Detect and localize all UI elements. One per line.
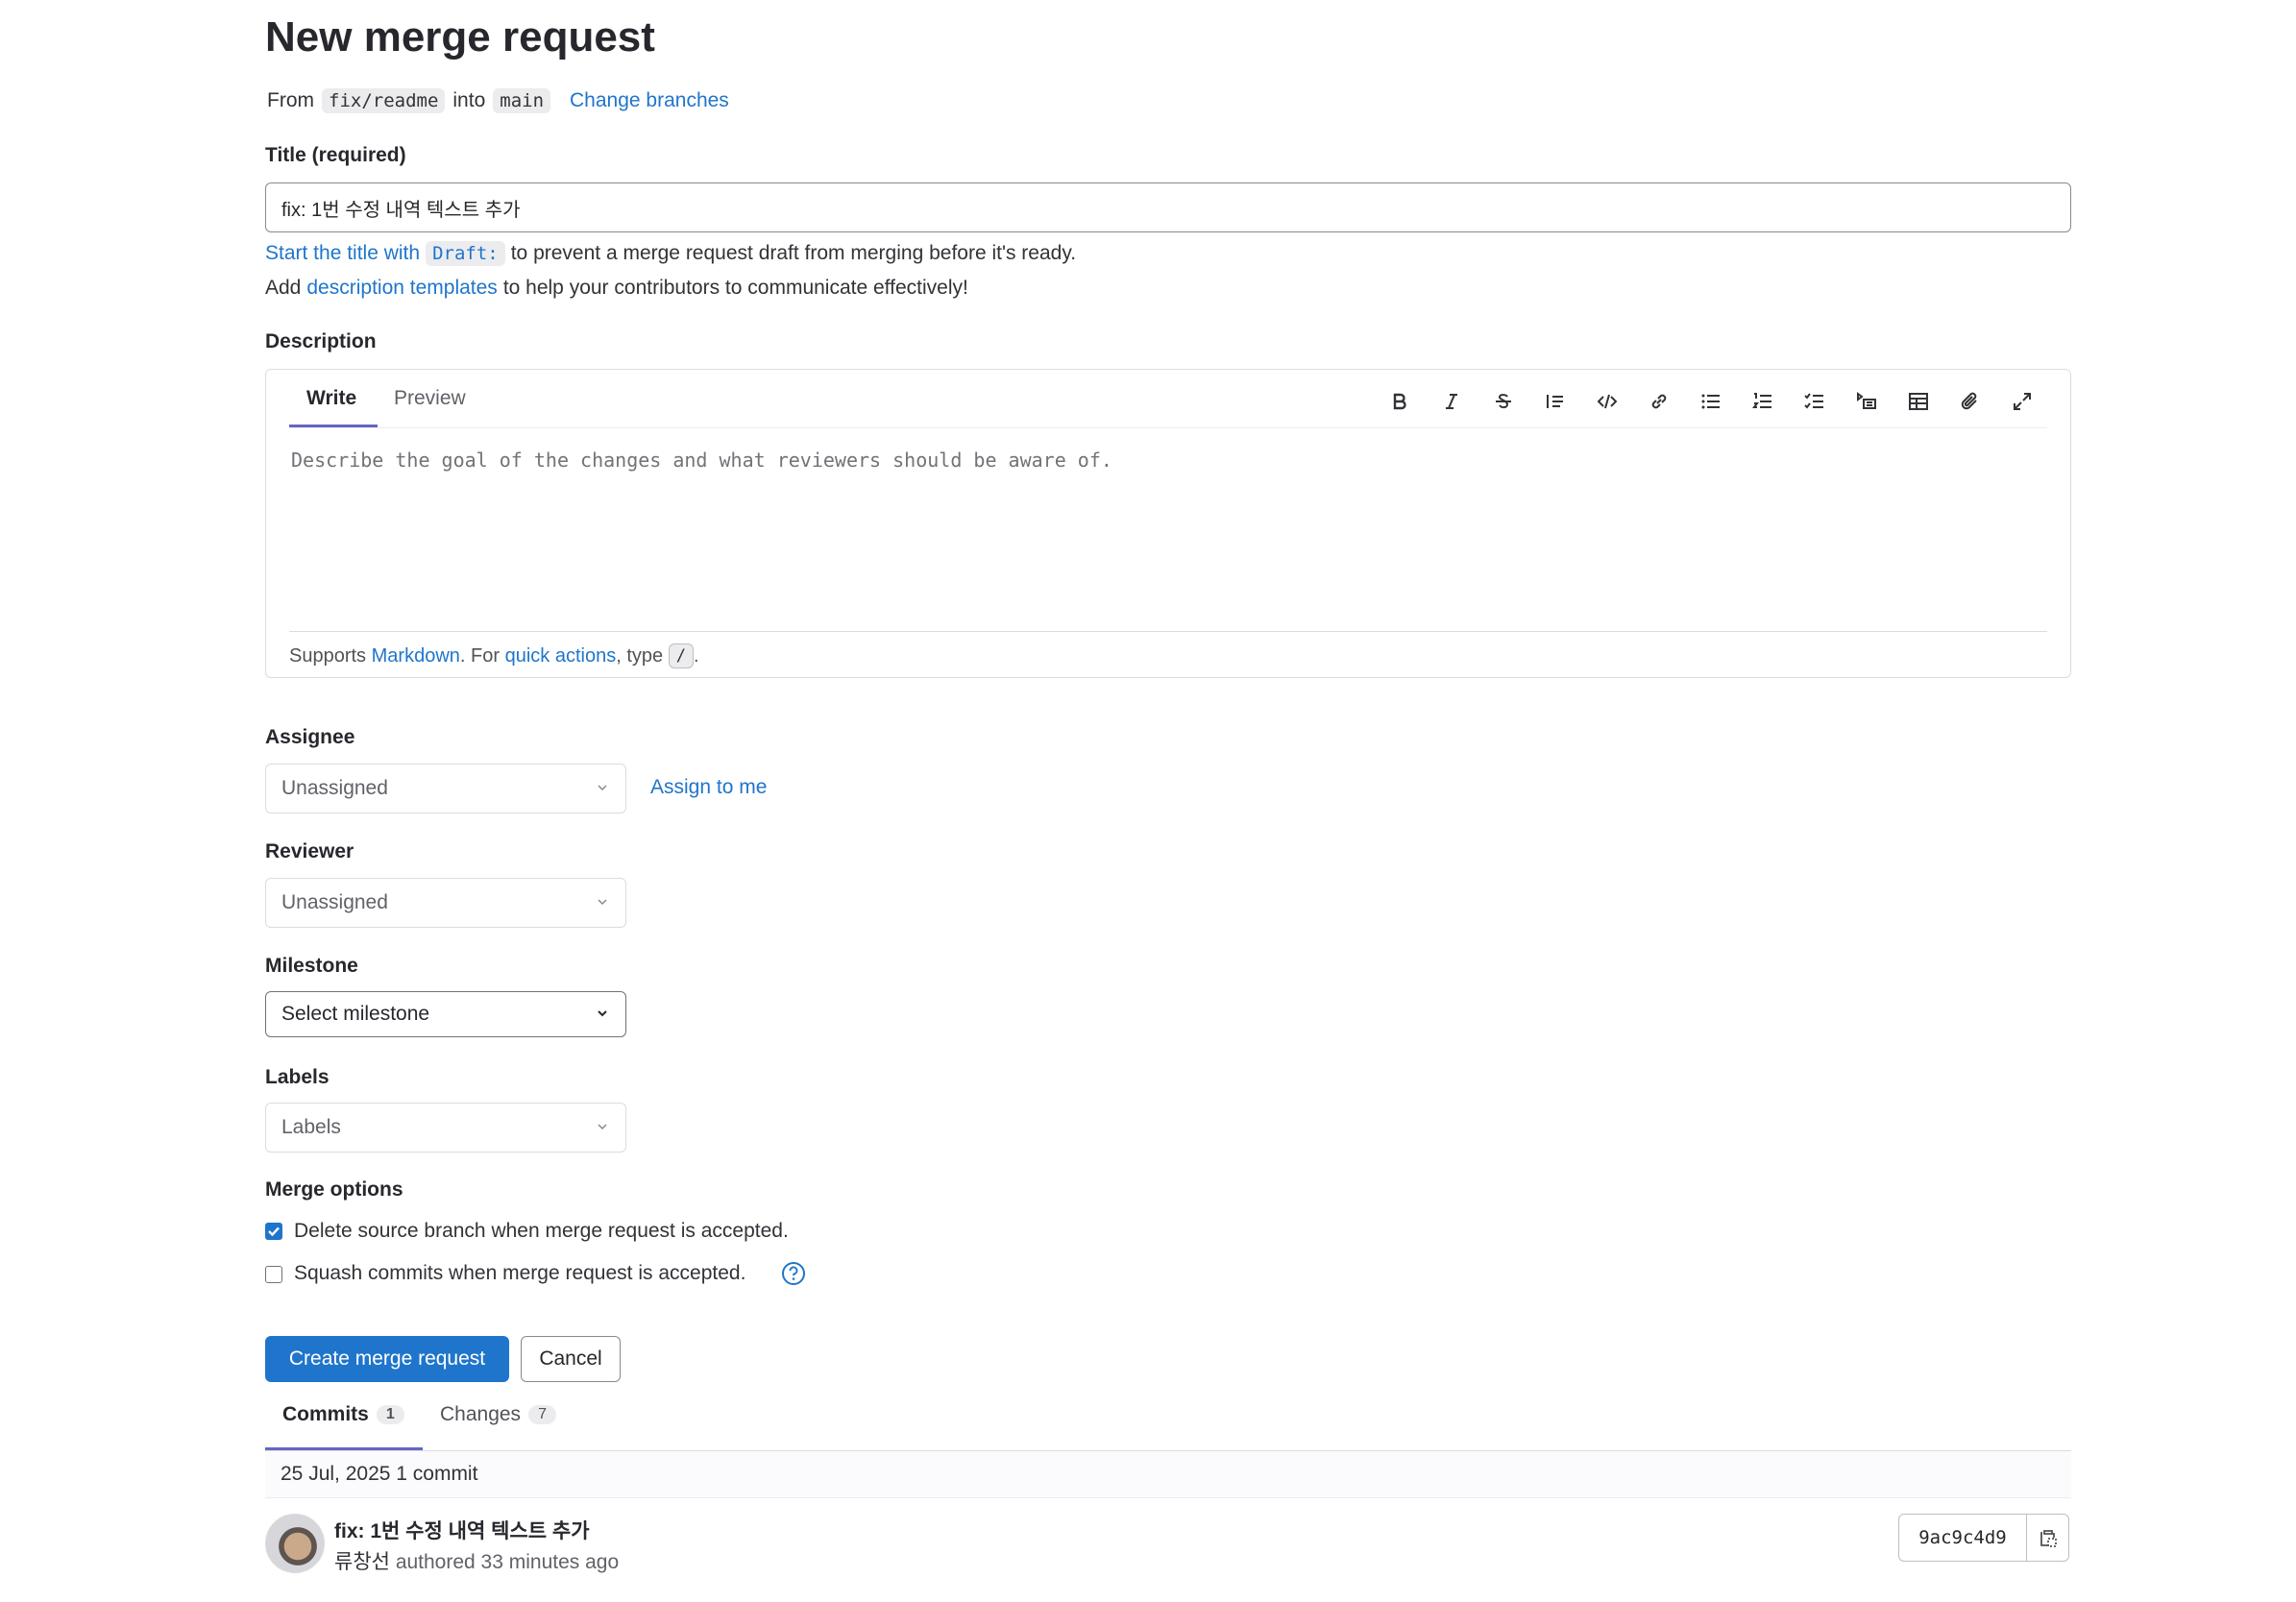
toolbar-divider [289, 427, 2047, 428]
footer-type: , type [616, 644, 664, 667]
reviewer-value: Unassigned [281, 891, 388, 913]
tab-write[interactable]: Write [306, 387, 356, 410]
attachment-icon[interactable] [1956, 387, 1985, 416]
source-branch: fix/readme [322, 88, 446, 113]
templates-text: to help your contributors to communicate… [502, 277, 968, 299]
description-editor: Write Preview Describe the goal of the c… [265, 369, 2071, 678]
changes-tab-label: Changes [440, 1403, 522, 1425]
numbered-list-icon[interactable] [1748, 387, 1777, 416]
draft-hint-link[interactable]: Start the title with [265, 242, 420, 265]
chevron-down-icon [598, 1124, 607, 1130]
commit-time: authored 33 minutes ago [395, 1551, 620, 1573]
title-input[interactable]: fix: 1번 수정 내역 텍스트 추가 [265, 182, 2071, 232]
strikethrough-icon[interactable] [1489, 387, 1518, 416]
checkmark-icon [268, 1226, 280, 1237]
changes-count-badge: 7 [528, 1405, 556, 1425]
milestone-value: Select milestone [281, 1003, 430, 1025]
description-textarea[interactable]: Describe the goal of the changes and wha… [291, 449, 1112, 472]
delete-branch-checkbox[interactable] [265, 1223, 282, 1240]
cancel-button[interactable]: Cancel [521, 1336, 621, 1382]
footer-mid: . For [459, 644, 501, 667]
copy-sha-button[interactable] [2027, 1515, 2068, 1561]
assignee-label: Assignee [265, 726, 355, 748]
target-branch: main [493, 88, 551, 113]
draft-hint: Start the title with Draft: to prevent a… [265, 241, 1076, 266]
link-icon[interactable] [1645, 387, 1673, 416]
branch-info: From fix/readme into main Change branche… [267, 88, 729, 113]
change-branches-link[interactable]: Change branches [570, 89, 729, 112]
avatar[interactable] [265, 1514, 325, 1573]
question-circle-icon[interactable] [781, 1261, 806, 1286]
delete-branch-text: Delete source branch when merge request … [294, 1220, 789, 1242]
commit-sha[interactable]: 9ac9c4d9 [1899, 1515, 2027, 1561]
collapsible-icon[interactable] [1852, 387, 1881, 416]
draft-code: Draft: [426, 241, 505, 266]
labels-label: Labels [265, 1066, 330, 1088]
footer-prefix: Supports [289, 644, 367, 667]
description-templates-link[interactable]: description templates [306, 277, 497, 300]
reviewer-label: Reviewer [265, 840, 354, 862]
merge-options-label: Merge options [265, 1178, 403, 1201]
templates-prefix: Add [265, 277, 302, 299]
italic-icon[interactable] [1437, 387, 1466, 416]
reviewer-dropdown[interactable]: Unassigned [265, 878, 626, 928]
create-merge-request-button[interactable]: Create merge request [265, 1336, 509, 1382]
tab-changes[interactable]: Changes 7 [440, 1403, 556, 1426]
chevron-down-icon [598, 1010, 607, 1017]
description-label: Description [265, 330, 377, 352]
templates-hint: Add description templates to help your c… [265, 277, 968, 300]
footer-divider [289, 631, 2047, 632]
squash-text: Squash commits when merge request is acc… [294, 1262, 746, 1284]
labels-dropdown[interactable]: Labels [265, 1103, 626, 1153]
markdown-link[interactable]: Markdown [372, 645, 460, 668]
from-label: From [267, 89, 314, 111]
commit-group-header: 25 Jul, 2025 1 commit [265, 1451, 2071, 1498]
bold-icon[interactable] [1385, 387, 1414, 416]
commit-group-date: 25 Jul, 2025 1 commit [281, 1463, 478, 1485]
into-label: into [452, 89, 486, 111]
quick-actions-link[interactable]: quick actions [505, 645, 617, 668]
assignee-dropdown[interactable]: Unassigned [265, 764, 626, 813]
milestone-label: Milestone [265, 955, 358, 977]
footer-end: . [693, 644, 699, 667]
tab-commits[interactable]: Commits 1 [282, 1403, 404, 1426]
commit-meta: 류창선 authored 33 minutes ago [334, 1546, 619, 1575]
page-title: New merge request [265, 13, 655, 61]
chevron-down-icon [598, 785, 607, 791]
code-icon[interactable] [1593, 387, 1622, 416]
labels-value: Labels [281, 1116, 341, 1138]
bullet-list-icon[interactable] [1697, 387, 1725, 416]
slash-code: / [668, 643, 694, 668]
fullscreen-icon[interactable] [2008, 387, 2037, 416]
assign-to-me-link[interactable]: Assign to me [650, 776, 767, 799]
table-icon[interactable] [1904, 387, 1933, 416]
copy-icon [2040, 1530, 2057, 1547]
commits-count-badge: 1 [376, 1405, 404, 1425]
milestone-dropdown[interactable]: Select milestone [265, 991, 626, 1037]
commit-author[interactable]: 류창선 [334, 1551, 390, 1573]
tab-preview[interactable]: Preview [394, 387, 466, 410]
commit-sha-group: 9ac9c4d9 [1898, 1514, 2069, 1562]
commits-tab-label: Commits [282, 1403, 369, 1425]
chevron-down-icon [598, 899, 607, 906]
commit-title[interactable]: fix: 1번 수정 내역 텍스트 추가 [334, 1516, 590, 1544]
markdown-footer: Supports Markdown . For quick actions , … [289, 643, 699, 668]
squash-checkbox[interactable] [265, 1266, 282, 1283]
assignee-value: Unassigned [281, 777, 388, 799]
title-label: Title (required) [265, 144, 406, 166]
task-list-icon[interactable] [1800, 387, 1829, 416]
quote-icon[interactable] [1541, 387, 1570, 416]
draft-hint-text: to prevent a merge request draft from me… [510, 242, 1077, 264]
